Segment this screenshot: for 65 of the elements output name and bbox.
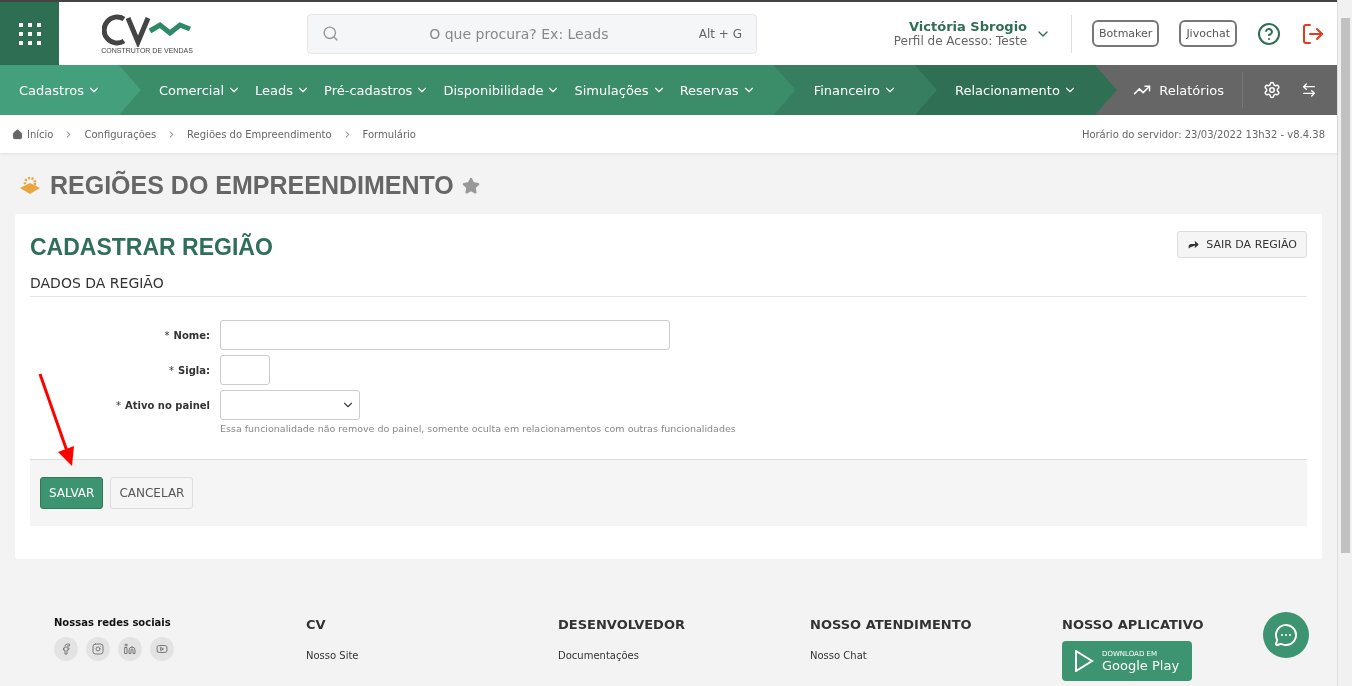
footer-title: Nossas redes sociais <box>54 617 172 628</box>
nav-menu-item[interactable]: Comercial <box>158 82 241 98</box>
search-icon <box>322 25 339 42</box>
nav-menu-item[interactable]: Leads <box>255 82 311 98</box>
page-title: REGIÕES DO EMPREENDIMENTO <box>50 171 454 200</box>
help-icon[interactable] <box>1257 21 1281 46</box>
breadcrumb-link[interactable]: Início <box>12 128 54 140</box>
required-mark: * <box>169 364 175 376</box>
chat-button[interactable]: Botmaker <box>1092 20 1160 47</box>
logout-icon[interactable] <box>1301 21 1325 46</box>
section-title: DADOS DA REGIÃO <box>30 275 1307 297</box>
breadcrumb-link[interactable]: Formulário <box>362 128 416 140</box>
chat-bubble-button[interactable] <box>1263 612 1309 658</box>
field-label: Nome: <box>173 329 210 341</box>
cancel-button[interactable]: CANCELAR <box>110 477 194 509</box>
input-field[interactable] <box>220 355 270 385</box>
forward-arrow-icon <box>1187 238 1201 251</box>
footer-link[interactable]: Nosso Chat <box>810 650 1062 661</box>
instagram-icon[interactable] <box>86 637 110 661</box>
exit-button[interactable]: SAIR DA REGIÃO <box>1177 231 1307 258</box>
footer-link[interactable]: Documentações <box>558 650 810 661</box>
star-icon[interactable] <box>461 176 480 195</box>
field-hint: Essa funcionalidade não remove do painel, somente oculta em relacionamentos com outras funcionalidades <box>220 423 737 434</box>
home-icon <box>12 128 23 140</box>
linkedin-icon[interactable] <box>118 637 142 661</box>
input-field[interactable] <box>220 320 670 350</box>
footer-link[interactable]: Nosso Site <box>306 650 558 661</box>
swap-arrows-icon[interactable] <box>1301 82 1317 98</box>
server-time: Horário do servidor: 23/03/2022 13h32 - v8.4.38 <box>1081 128 1325 140</box>
nav-menu-item[interactable]: Simulações <box>574 82 666 98</box>
user-name[interactable]: Victória Sbrogio <box>909 19 1028 34</box>
footer-title: DESENVOLVEDOR <box>558 617 686 632</box>
footer-title: CV <box>306 617 327 632</box>
search-field[interactable]: O que procura? Ex: Leads Alt + G <box>307 13 757 54</box>
field-label: Ativo no painel <box>125 399 210 411</box>
facebook-icon[interactable] <box>54 637 78 661</box>
youtube-icon[interactable] <box>150 637 174 661</box>
nav-menu-item[interactable]: Pré-cadastros <box>324 82 430 98</box>
shortcut-hint: Alt + G <box>698 26 742 41</box>
footer-title: NOSSO ATENDIMENTO <box>810 617 973 632</box>
chat-icon <box>1274 623 1298 647</box>
apps-grid-icon[interactable] <box>0 2 59 65</box>
play-triangle-icon <box>1074 650 1094 672</box>
nav-menu-item[interactable]: Reservas <box>679 82 756 98</box>
breadcrumb-link[interactable]: Regiões do Empreendimento <box>187 128 332 140</box>
chat-button[interactable]: Jivochat <box>1179 20 1237 47</box>
field-label: Sigla: <box>178 364 210 376</box>
logo-icon <box>102 13 192 47</box>
nav-menu-item[interactable]: Disponibilidade <box>443 82 561 98</box>
scrollbar[interactable] <box>1337 0 1352 686</box>
select-field[interactable] <box>220 390 360 420</box>
nav-menu-item[interactable]: Financeiro <box>813 82 897 98</box>
required-mark: * <box>164 329 170 341</box>
form-title: CADASTRAR REGIÃO <box>30 234 273 261</box>
nav-menu-item[interactable]: Relacionamento <box>955 82 1077 98</box>
breadcrumb-link[interactable]: Configurações <box>84 128 157 140</box>
footer-title: NOSSO APLICATIVO <box>1062 617 1205 632</box>
nav-menu-item[interactable]: Cadastros <box>19 82 101 98</box>
settings-icon[interactable] <box>1263 81 1281 99</box>
search-input[interactable]: O que procura? Ex: Leads <box>339 24 699 43</box>
user-profile: Perfil de Acesso: Teste <box>893 34 1028 48</box>
required-mark: * <box>116 399 122 411</box>
save-button[interactable]: SALVAR <box>40 477 104 509</box>
badge-title: Google Play <box>1102 657 1180 673</box>
reports-link[interactable]: Relatórios <box>1133 72 1243 108</box>
